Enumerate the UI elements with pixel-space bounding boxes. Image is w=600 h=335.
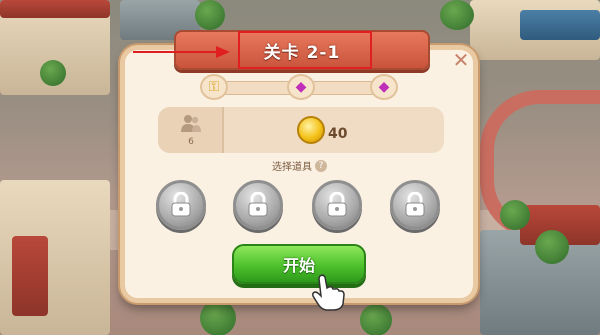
annotation-highlight-box xyxy=(238,31,372,69)
prop-slot-locked[interactable] xyxy=(390,180,440,230)
select-props-label: 选择道具 ? xyxy=(272,158,327,173)
gem-icon: ◆ xyxy=(295,79,307,95)
prop-slot-locked[interactable] xyxy=(233,180,283,230)
building-roof xyxy=(0,0,110,18)
lock-icon xyxy=(327,192,347,217)
coin-icon xyxy=(297,116,325,144)
lock-icon xyxy=(171,192,191,217)
close-button[interactable]: ✕ xyxy=(451,50,471,70)
tree xyxy=(40,60,66,86)
tree xyxy=(360,304,392,335)
annotation-arrow-head xyxy=(216,46,230,58)
person-icon xyxy=(180,113,202,133)
prop-slot-locked[interactable] xyxy=(156,180,206,230)
tree xyxy=(195,0,225,30)
gem-icon: ◆ xyxy=(378,79,390,95)
coin-reward-value: 40 xyxy=(328,126,348,142)
lock-icon xyxy=(248,192,268,217)
pointing-hand-icon xyxy=(308,272,348,312)
lock-icon xyxy=(405,192,425,217)
close-icon: ✕ xyxy=(452,48,470,72)
tree xyxy=(535,230,569,264)
tower xyxy=(12,236,48,316)
tree xyxy=(440,0,474,30)
prop-slot-locked[interactable] xyxy=(312,180,362,230)
key-icon: ⚿ xyxy=(208,79,220,95)
select-props-text: 选择道具 xyxy=(272,162,312,173)
tree xyxy=(500,200,530,230)
progress-reward-gem: ◆ xyxy=(287,74,315,100)
tree xyxy=(200,300,236,335)
annotation-arrow xyxy=(133,51,219,53)
building-roof xyxy=(520,10,600,40)
player-count: 6 xyxy=(188,137,194,147)
help-icon[interactable]: ? xyxy=(315,159,327,172)
progress-reward-key: ⚿ xyxy=(200,74,228,100)
info-divider xyxy=(222,107,224,153)
progress-reward-gem: ◆ xyxy=(370,74,398,100)
